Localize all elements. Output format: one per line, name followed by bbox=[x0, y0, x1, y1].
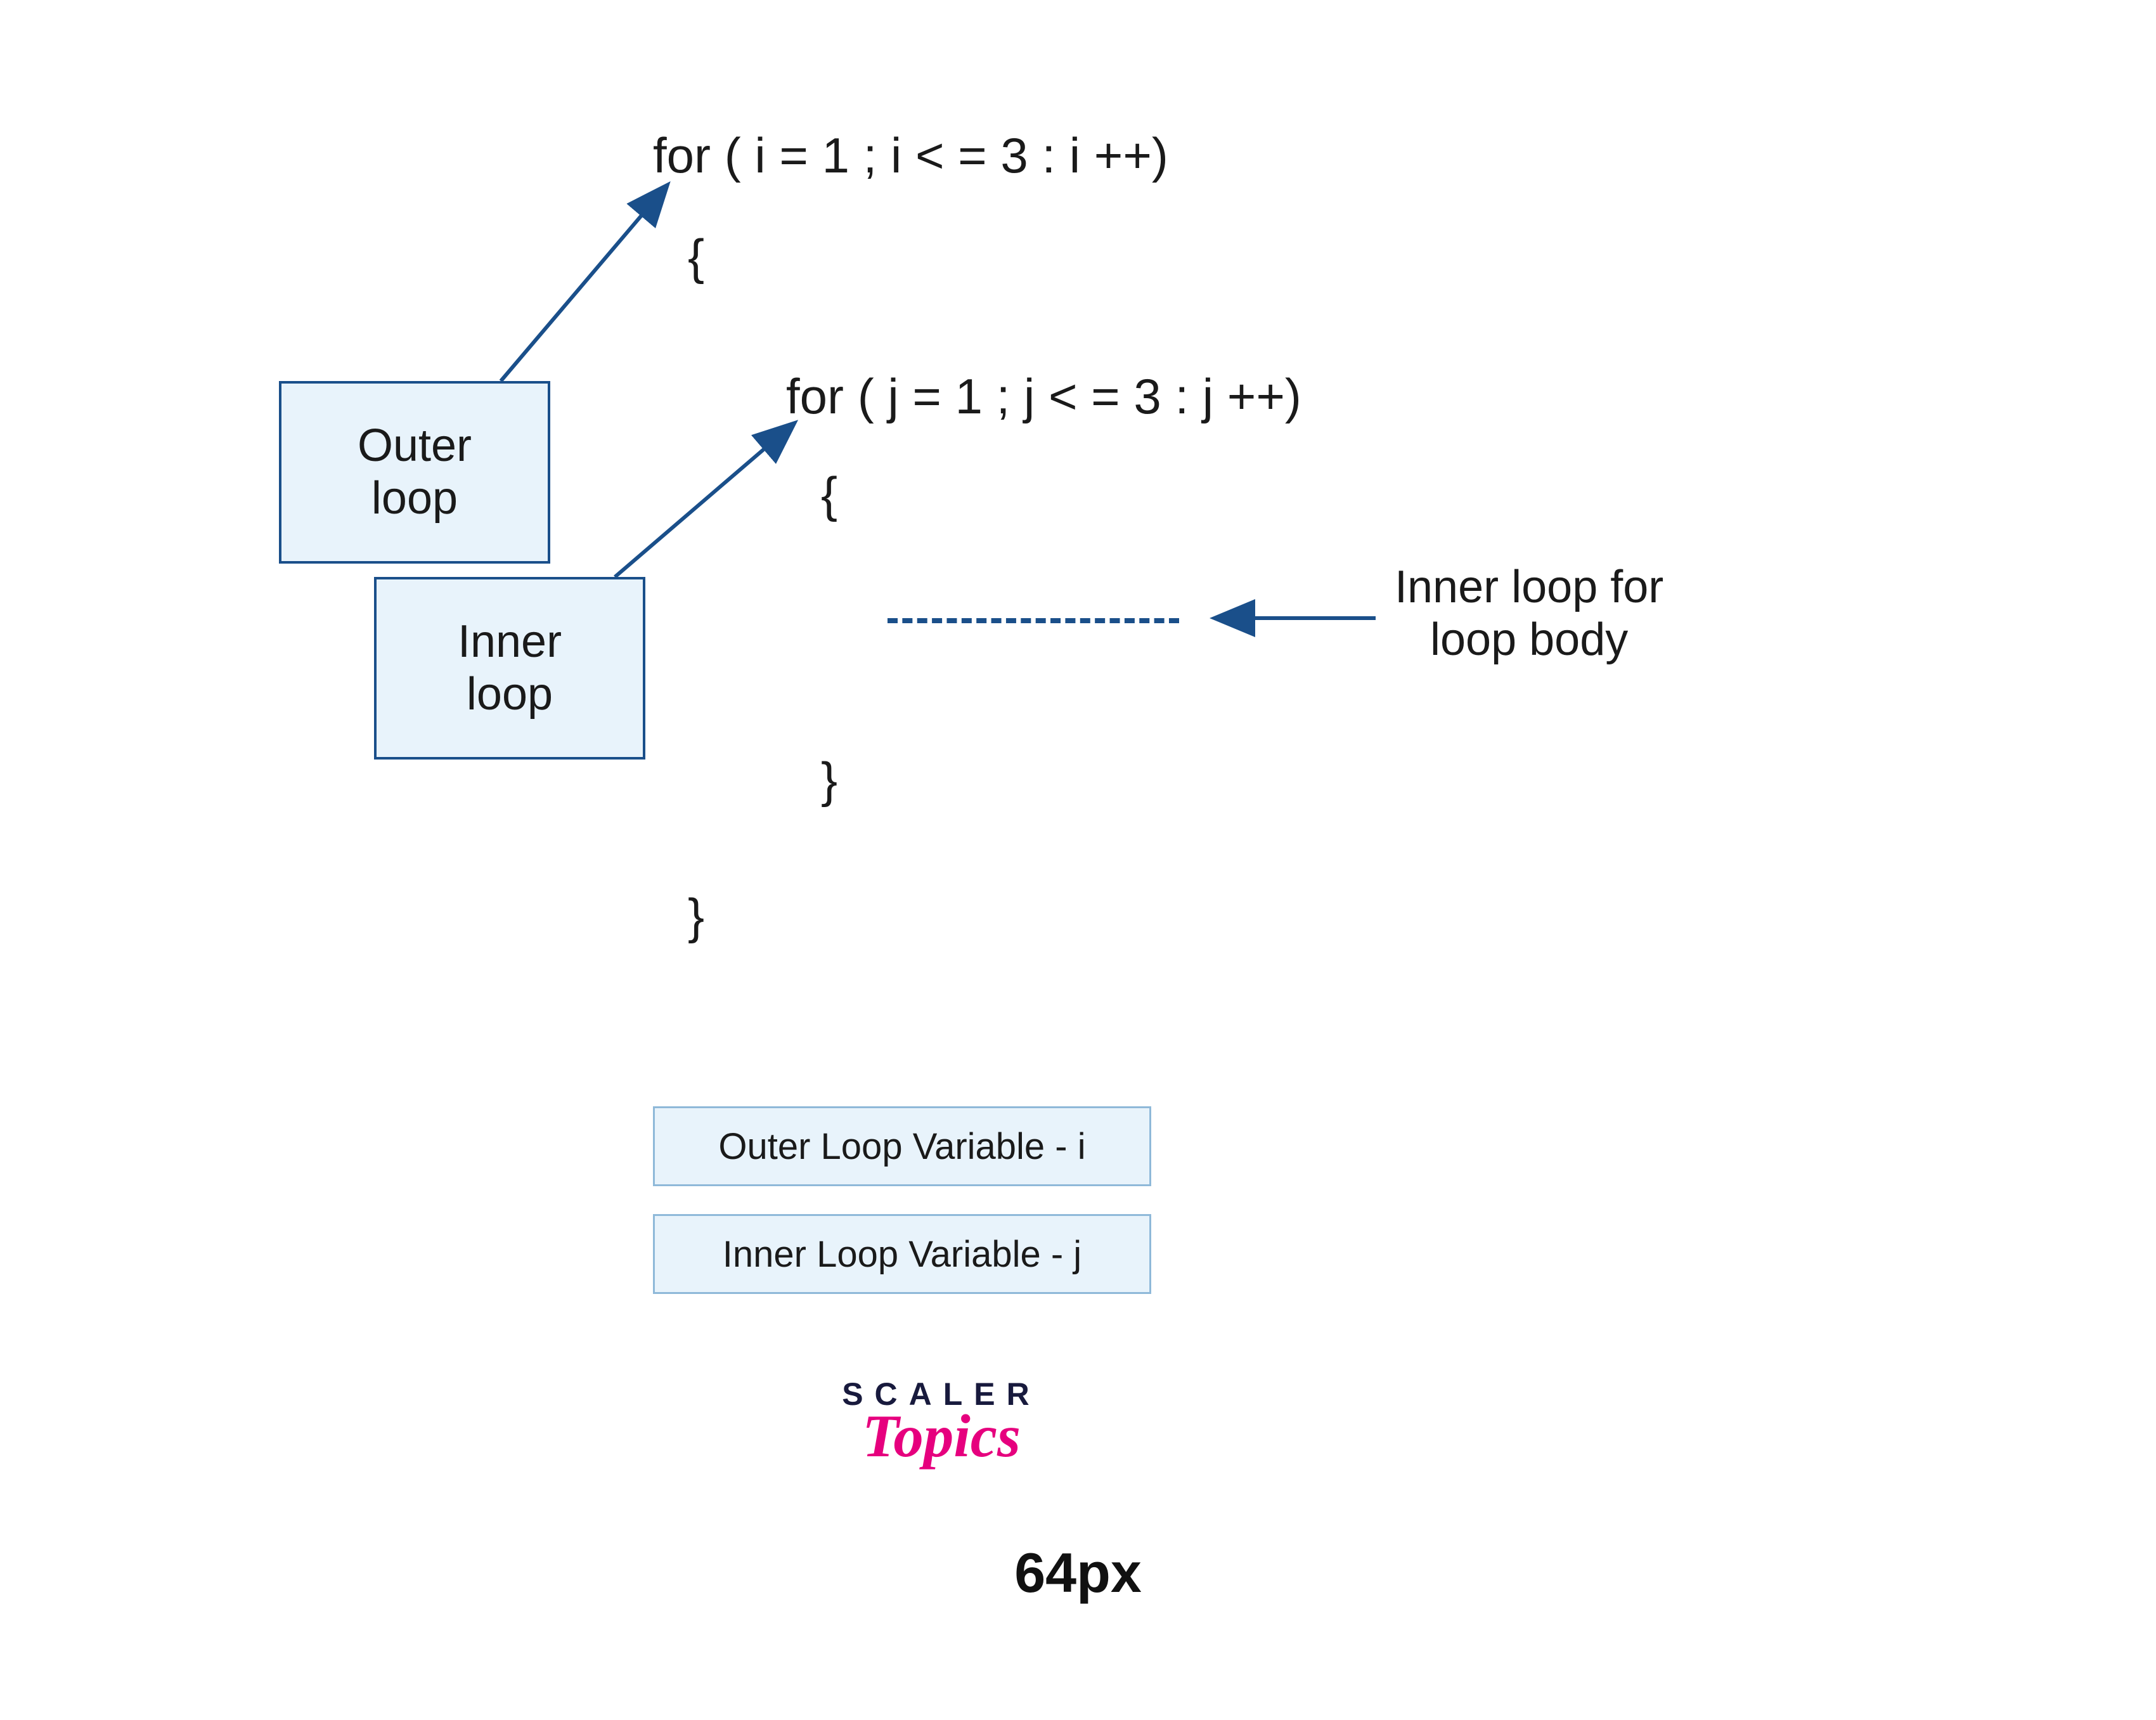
diagram-canvas: for ( i = 1 ; i < = 3 : i ++) { for ( j … bbox=[0, 0, 2156, 1720]
legend-inner-variable-text: Inner Loop Variable - j bbox=[723, 1233, 1081, 1276]
scaler-topics-logo: SCALER Topics bbox=[815, 1376, 1068, 1471]
arrow-inner-body-annotation bbox=[0, 0, 2156, 1720]
legend-outer-variable: Outer Loop Variable - i bbox=[653, 1106, 1151, 1186]
size-label: 64px bbox=[0, 1541, 2156, 1605]
inner-loop-body-annotation: Inner loop forloop body bbox=[1395, 561, 1663, 666]
legend-outer-variable-text: Outer Loop Variable - i bbox=[718, 1125, 1085, 1168]
legend-inner-variable: Inner Loop Variable - j bbox=[653, 1214, 1151, 1294]
